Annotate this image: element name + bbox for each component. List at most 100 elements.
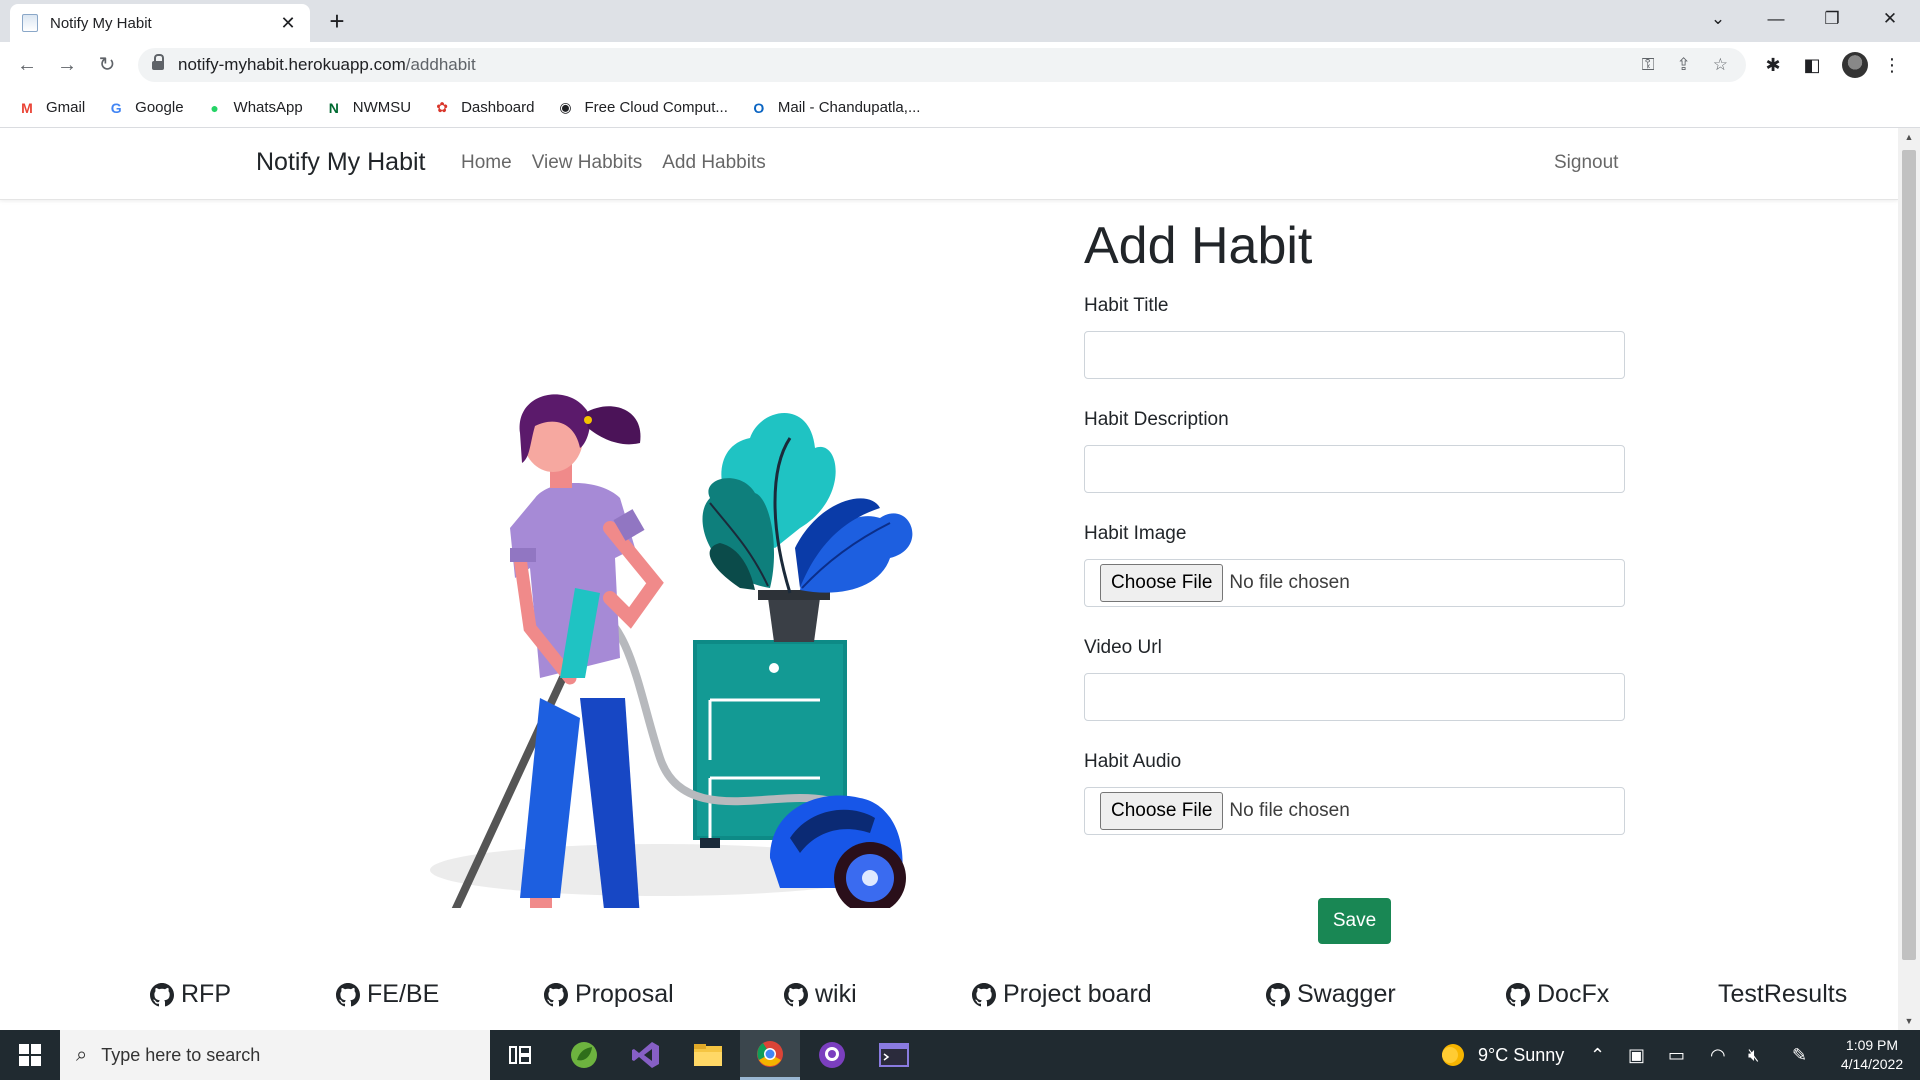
bookmark-label: Gmail bbox=[46, 99, 86, 116]
reload-icon[interactable]: ↻ bbox=[92, 50, 122, 80]
close-window-icon[interactable]: ✕ bbox=[1862, 0, 1918, 38]
footer-link-project-board[interactable]: Project board bbox=[972, 980, 1152, 1009]
footer-link-wiki[interactable]: wiki bbox=[784, 980, 857, 1009]
habit-description-input[interactable] bbox=[1084, 445, 1625, 494]
habit-title-input[interactable] bbox=[1084, 331, 1625, 380]
bookmark-free-cloud-comput[interactable]: ◉ Free Cloud Comput... bbox=[556, 99, 728, 117]
habit-title-label: Habit Title bbox=[1084, 295, 1169, 317]
bookmark-mail-chandupatla[interactable]: O Mail - Chandupatla,... bbox=[750, 99, 920, 117]
footer-link-label: Proposal bbox=[575, 980, 674, 1008]
habit-image-group: Habit Image Choose File No file chosen bbox=[1084, 523, 1625, 608]
task-view-icon[interactable] bbox=[490, 1030, 550, 1080]
bookmark-label: Google bbox=[135, 99, 184, 116]
key-icon[interactable]: ⚿ bbox=[1642, 55, 1655, 75]
habit-audio-file-input[interactable]: Choose File No file chosen bbox=[1084, 787, 1625, 836]
browser-toolbar: ← → ↻ notify-myhabit.herokuapp.com /addh… bbox=[0, 42, 1920, 88]
bookmark-star-icon[interactable]: ☆ bbox=[1713, 55, 1728, 75]
footer-link-label: Project board bbox=[1003, 980, 1152, 1008]
new-tab-button[interactable]: + bbox=[322, 6, 352, 36]
save-button[interactable]: Save bbox=[1318, 898, 1391, 944]
footer-link-swagger[interactable]: Swagger bbox=[1266, 980, 1396, 1009]
footer-link-rfp[interactable]: RFP bbox=[150, 980, 231, 1009]
add-habit-form: Add Habit Habit Title Habit Description … bbox=[1084, 217, 1625, 865]
habit-image-file-input[interactable]: Choose File No file chosen bbox=[1084, 559, 1625, 608]
terminal-icon[interactable] bbox=[864, 1030, 924, 1080]
habit-image-file-status: No file chosen bbox=[1229, 572, 1350, 594]
nwmsu-icon: N bbox=[328, 99, 339, 116]
side-panel-icon[interactable]: ◧ bbox=[1797, 50, 1827, 80]
windows-logo-icon bbox=[19, 1044, 41, 1066]
restore-icon[interactable]: ❐ bbox=[1804, 0, 1860, 38]
share-icon[interactable]: ⇪ bbox=[1677, 55, 1691, 75]
scroll-down-icon[interactable]: ▼ bbox=[1898, 1016, 1920, 1026]
minimize-icon[interactable]: — bbox=[1748, 0, 1804, 38]
github-icon bbox=[544, 982, 568, 1006]
dashboard-icon: ✿ bbox=[436, 99, 448, 115]
bookmark-google[interactable]: G Google bbox=[107, 99, 184, 117]
spring-tool-icon[interactable] bbox=[554, 1030, 614, 1080]
show-hidden-icons[interactable]: ⌃ bbox=[1590, 1030, 1605, 1080]
file-explorer-icon[interactable] bbox=[678, 1030, 738, 1080]
nav-add-habbits[interactable]: Add Habbits bbox=[662, 152, 766, 174]
gmail-icon: M bbox=[21, 99, 33, 116]
bookmark-nwmsu[interactable]: N NWMSU bbox=[325, 99, 411, 117]
bookmark-gmail[interactable]: M Gmail bbox=[18, 99, 85, 117]
footer-link-testresults[interactable]: TestResults bbox=[1718, 980, 1847, 1009]
footer-link-fe-be[interactable]: FE/BE bbox=[336, 980, 439, 1009]
battery-icon[interactable]: ▭ bbox=[1668, 1030, 1685, 1080]
wifi-icon[interactable]: ◠ bbox=[1710, 1030, 1726, 1080]
bookmark-label: NWMSU bbox=[352, 99, 412, 116]
tab-search-icon[interactable]: ⌄ bbox=[1690, 0, 1746, 38]
tab-close-icon[interactable]: ✕ bbox=[278, 13, 298, 34]
nav-view-habbits[interactable]: View Habbits bbox=[532, 152, 643, 174]
page-title: Add Habit bbox=[1084, 217, 1313, 275]
cleaning-illustration bbox=[430, 394, 913, 908]
taskbar-clock[interactable]: 1:09 PM 4/14/2022 bbox=[1830, 1036, 1914, 1074]
github-icon bbox=[1266, 982, 1290, 1006]
bookmarks-bar: M Gmail G Google ● WhatsApp N NWMSU ✿ Dashboard ◉ F… bbox=[0, 88, 1920, 128]
habit-title-group: Habit Title bbox=[1084, 295, 1625, 380]
habit-image-choose-file-button[interactable]: Choose File bbox=[1100, 564, 1224, 603]
scroll-up-icon[interactable]: ▲ bbox=[1898, 132, 1920, 142]
profile-avatar[interactable] bbox=[1840, 50, 1870, 80]
visual-studio-icon[interactable] bbox=[616, 1030, 676, 1080]
back-icon[interactable]: ← bbox=[12, 50, 42, 80]
habit-audio-choose-file-button[interactable]: Choose File bbox=[1100, 792, 1224, 831]
habit-audio-file-status: No file chosen bbox=[1229, 800, 1350, 822]
github-desktop-icon[interactable] bbox=[802, 1030, 862, 1080]
bookmark-whatsapp[interactable]: ● WhatsApp bbox=[206, 99, 302, 117]
footer-link-label: wiki bbox=[815, 980, 857, 1008]
footer-links: RFP FE/BE Proposal wiki Project board Swagger… bbox=[0, 980, 1898, 1020]
browser-tab[interactable]: Notify My Habit ✕ bbox=[10, 4, 310, 42]
forward-icon[interactable]: → bbox=[52, 50, 82, 80]
address-bar[interactable]: notify-myhabit.herokuapp.com /addhabit ⚿… bbox=[138, 48, 1746, 82]
nav-home[interactable]: Home bbox=[461, 152, 512, 174]
volume-muted-icon[interactable]: 🔇︎ bbox=[1748, 1030, 1759, 1080]
extensions-icon[interactable]: ✱ bbox=[1758, 50, 1788, 80]
bookmark-dashboard[interactable]: ✿ Dashboard bbox=[433, 99, 534, 117]
windows-taskbar: ⌕ Type here to search 9°C Sunny ⌃ ▣ ▭ ◠ … bbox=[0, 1030, 1920, 1080]
taskbar-search-box[interactable]: ⌕ Type here to search bbox=[60, 1030, 490, 1080]
bookmark-label: Dashboard bbox=[461, 99, 535, 116]
footer-link-docfx[interactable]: DocFx bbox=[1506, 980, 1609, 1009]
start-button[interactable] bbox=[0, 1030, 60, 1080]
video-url-input[interactable] bbox=[1084, 673, 1625, 722]
lock-icon bbox=[152, 54, 164, 71]
pen-icon[interactable]: ✎ bbox=[1792, 1030, 1807, 1080]
signout-link[interactable]: Signout bbox=[1554, 152, 1618, 174]
avatar-icon bbox=[1842, 52, 1868, 78]
meet-now-icon[interactable]: ▣ bbox=[1628, 1030, 1645, 1080]
footer-link-proposal[interactable]: Proposal bbox=[544, 980, 674, 1009]
chrome-icon[interactable] bbox=[740, 1030, 800, 1080]
site-brand[interactable]: Notify My Habit bbox=[256, 148, 425, 177]
nav-links: Home View Habbits Add Habbits bbox=[461, 152, 766, 174]
video-url-group: Video Url bbox=[1084, 637, 1625, 722]
weather-widget[interactable]: 9°C Sunny bbox=[1440, 1030, 1564, 1080]
whatsapp-icon: ● bbox=[210, 99, 219, 116]
page-scrollbar[interactable]: ▲ ▼ bbox=[1898, 128, 1920, 1030]
url-host: notify-myhabit.herokuapp.com bbox=[178, 55, 406, 74]
menu-icon[interactable]: ⋮ bbox=[1880, 50, 1904, 80]
scrollbar-thumb[interactable] bbox=[1902, 150, 1916, 960]
site-navbar: Notify My Habit Home View Habbits Add Ha… bbox=[0, 128, 1898, 200]
habit-audio-group: Habit Audio Choose File No file chosen bbox=[1084, 751, 1625, 836]
